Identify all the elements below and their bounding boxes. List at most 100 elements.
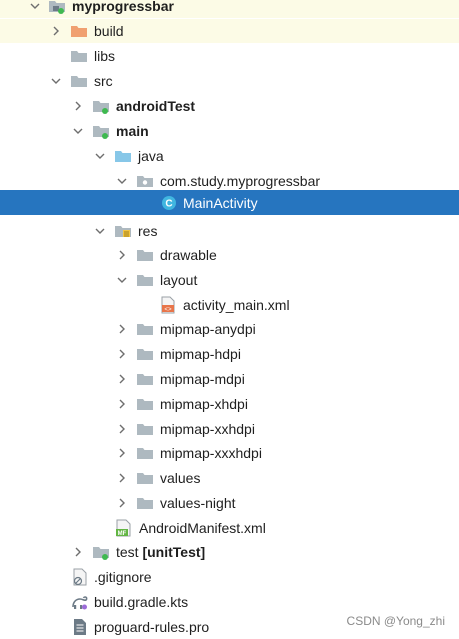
folder-icon — [136, 370, 154, 388]
tree-item-label: MainActivity — [183, 195, 258, 211]
excluded-folder-icon — [70, 22, 88, 40]
chevron-right-icon[interactable] — [48, 23, 64, 39]
folder-icon — [70, 72, 88, 90]
tree-item-label: drawable — [160, 247, 217, 263]
tree-item-mipmap-xxxhdpi[interactable]: mipmap-xxxhdpi — [0, 441, 459, 465]
tree-item-label: mipmap-anydpi — [160, 321, 256, 337]
tree-item-label: libs — [94, 48, 116, 64]
tree-item-name: test — [116, 544, 139, 560]
xml-layout-file-icon: <> — [159, 296, 177, 314]
tree-item-label: mipmap-mdpi — [160, 371, 245, 387]
chevron-right-icon[interactable] — [114, 445, 130, 461]
tree-item-label: res — [138, 223, 158, 239]
tree-item-androidmanifest[interactable]: MF AndroidManifest.xml — [0, 516, 459, 540]
folder-icon — [136, 444, 154, 462]
source-set-folder-icon — [92, 543, 110, 561]
chevron-right-icon[interactable] — [70, 98, 86, 114]
tree-item-res[interactable]: res — [0, 219, 459, 243]
chevron-right-icon[interactable] — [114, 470, 130, 486]
chevron-right-icon[interactable] — [114, 346, 130, 362]
resource-folder-icon — [114, 222, 132, 240]
gitignore-file-icon — [71, 568, 89, 586]
watermark: CSDN @Yong_zhi — [346, 614, 445, 628]
tree-item-build-gradle[interactable]: build.gradle.kts — [0, 590, 459, 614]
tree-item-activity-main-xml[interactable]: <> activity_main.xml — [0, 293, 459, 317]
chevron-right-icon[interactable] — [114, 396, 130, 412]
tree-item-label: com.study.myprogressbar — [160, 173, 321, 189]
chevron-down-icon[interactable] — [48, 73, 64, 89]
folder-icon — [136, 246, 154, 264]
source-set-folder-icon — [92, 122, 110, 140]
tree-item-label: myprogressbar — [72, 0, 174, 14]
chevron-right-icon[interactable] — [114, 247, 130, 263]
tree-item-mipmap-mdpi[interactable]: mipmap-mdpi — [0, 367, 459, 391]
folder-icon — [136, 469, 154, 487]
tree-item-label: proguard-rules.pro — [94, 619, 210, 635]
tree-item-label: .gitignore — [94, 569, 152, 585]
tree-item-values[interactable]: values — [0, 466, 459, 490]
tree-item-myprogressbar[interactable]: myprogressbar — [0, 0, 459, 18]
chevron-right-icon[interactable] — [114, 321, 130, 337]
chevron-right-icon[interactable] — [114, 371, 130, 387]
kotlin-class-icon: C — [160, 194, 178, 212]
gradle-file-icon — [71, 593, 89, 611]
folder-icon — [136, 320, 154, 338]
tree-item-mainactivity[interactable]: C MainActivity — [0, 190, 459, 215]
tree-item-values-night[interactable]: values-night — [0, 491, 459, 515]
module-folder-icon — [48, 0, 66, 15]
chevron-down-icon[interactable] — [92, 223, 108, 239]
tree-item-androidtest[interactable]: androidTest — [0, 94, 459, 118]
folder-icon — [136, 395, 154, 413]
folder-icon — [70, 47, 88, 65]
tree-item-label: main — [116, 123, 149, 139]
tree-item-label: layout — [160, 272, 198, 288]
tree-item-layout[interactable]: layout — [0, 268, 459, 292]
svg-text:MF: MF — [118, 531, 127, 537]
tree-item-label: mipmap-xhdpi — [160, 396, 248, 412]
folder-icon — [136, 494, 154, 512]
chevron-right-icon[interactable] — [70, 544, 86, 560]
folder-icon — [136, 345, 154, 363]
tree-item-label: AndroidManifest.xml — [139, 520, 266, 536]
tree-item-label: java — [138, 148, 164, 164]
tree-item-label: mipmap-hdpi — [160, 346, 241, 362]
tree-item-label: mipmap-xxhdpi — [160, 421, 255, 437]
tree-item-src[interactable]: src — [0, 69, 459, 93]
tree-item-label: build.gradle.kts — [94, 594, 189, 610]
source-root-folder-icon — [114, 147, 132, 165]
tree-item-label: mipmap-xxxhdpi — [160, 445, 262, 461]
tree-item-label: src — [94, 73, 113, 89]
chevron-down-icon[interactable] — [114, 272, 130, 288]
tree-item-build[interactable]: build — [0, 19, 459, 43]
chevron-down-icon[interactable] — [92, 148, 108, 164]
chevron-right-icon[interactable] — [114, 421, 130, 437]
tree-item-mipmap-hdpi[interactable]: mipmap-hdpi — [0, 342, 459, 366]
folder-icon — [136, 271, 154, 289]
folder-icon — [136, 420, 154, 438]
tree-item-gitignore[interactable]: .gitignore — [0, 565, 459, 589]
text-file-icon — [71, 618, 89, 636]
tree-item-java[interactable]: java — [0, 144, 459, 168]
tree-item-label: values — [160, 470, 201, 486]
package-icon — [136, 172, 154, 190]
tree-item-label: activity_main.xml — [183, 297, 290, 313]
svg-text:C: C — [165, 199, 172, 210]
svg-text:<>: <> — [164, 306, 172, 313]
source-set-folder-icon — [92, 97, 110, 115]
chevron-down-icon[interactable] — [70, 123, 86, 139]
tree-item-mipmap-xhdpi[interactable]: mipmap-xhdpi — [0, 392, 459, 416]
tree-item-label: build — [94, 23, 124, 39]
tree-item-drawable[interactable]: drawable — [0, 243, 459, 267]
tree-item-label: test [unitTest] — [116, 544, 205, 560]
tree-item-label: values-night — [160, 495, 236, 511]
tree-item-test[interactable]: test [unitTest] — [0, 540, 459, 564]
tree-item-label: androidTest — [116, 98, 196, 114]
manifest-file-icon: MF — [115, 519, 133, 537]
chevron-down-icon[interactable] — [114, 173, 130, 189]
tree-item-mipmap-xxhdpi[interactable]: mipmap-xxhdpi — [0, 417, 459, 441]
chevron-down-icon[interactable] — [27, 0, 43, 14]
tree-item-libs[interactable]: libs — [0, 44, 459, 68]
chevron-right-icon[interactable] — [114, 495, 130, 511]
tree-item-main[interactable]: main — [0, 119, 459, 143]
tree-item-mipmap-anydpi[interactable]: mipmap-anydpi — [0, 317, 459, 341]
